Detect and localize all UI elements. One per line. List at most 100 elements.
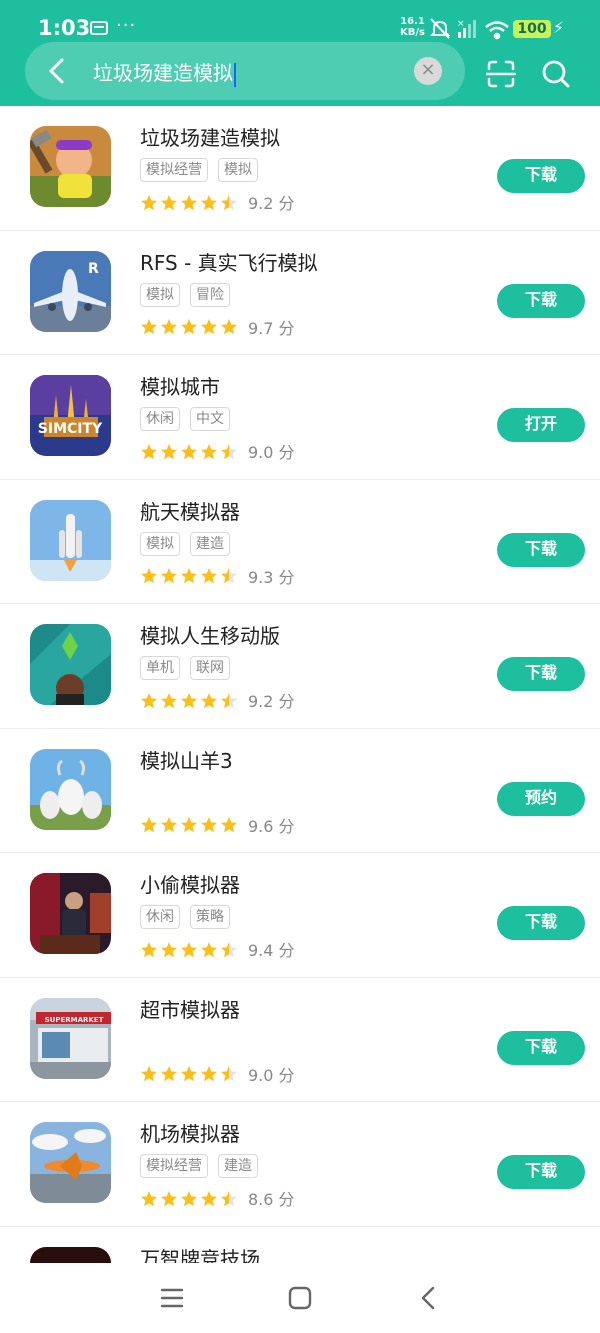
search-box[interactable] [25, 42, 465, 100]
home-icon[interactable] [288, 1286, 312, 1310]
star-icon [141, 941, 157, 958]
svg-text:R: R [88, 261, 99, 277]
rating-score: 8.6 分 [248, 1190, 295, 1209]
battery-indicator: 100 [513, 20, 551, 38]
app-list-item[interactable]: R RFS - 真实飞行模拟 模拟 冒险 9.7 分 下载 [0, 231, 600, 355]
app-name[interactable]: 超市模拟器 [140, 994, 240, 1023]
junkyard-icon[interactable] [30, 126, 111, 207]
star-icon [161, 319, 177, 335]
star-icon [161, 941, 177, 958]
app-rating: 9.7 分 [140, 315, 295, 339]
rating-score: 9.0 分 [248, 443, 295, 462]
app-tag: 冒险 [190, 282, 230, 307]
app-tag: 策略 [190, 905, 230, 929]
star-icon [201, 443, 217, 460]
star-icon [201, 194, 217, 211]
star-icon [161, 194, 177, 211]
star-icon [161, 692, 177, 709]
network-speed: 16.1 KB/s [400, 16, 425, 38]
star-icon [201, 1190, 217, 1207]
app-list-item[interactable]: SIMCITY 模拟城市 休闲 中文 9.0 分 打开 [0, 355, 600, 480]
app-name[interactable]: 机场模拟器 [140, 1118, 240, 1147]
app-list-item[interactable]: 垃圾场建造模拟 模拟经营 模拟 9.2 分 下载 [0, 106, 600, 231]
svg-text:SIMCITY: SIMCITY [38, 421, 103, 437]
app-tag: 联网 [190, 656, 230, 680]
star-icon [161, 568, 177, 584]
search-input[interactable]: 垃圾场建造模拟 [93, 57, 236, 87]
app-list-item[interactable]: 模拟山羊3 9.6 分 预约 [0, 729, 600, 853]
app-action-button[interactable]: 下载 [497, 283, 585, 318]
app-tag: 模拟经营 [140, 1154, 208, 1178]
app-action-button[interactable]: 下载 [497, 906, 585, 940]
rating-score: 9.7 分 [248, 318, 295, 338]
star-icon [201, 568, 217, 584]
app-action-button[interactable]: 下载 [497, 657, 585, 691]
charging-icon: ⚡ [553, 18, 565, 37]
star-icon [161, 1066, 177, 1082]
rating-score: 9.3 分 [248, 567, 295, 587]
message-icon [90, 21, 108, 35]
clear-search-icon[interactable]: × [414, 57, 442, 85]
app-tags: 模拟经营 建造 [140, 1154, 268, 1180]
star-icon [201, 319, 217, 335]
star-icon [161, 817, 177, 833]
mute-icon [430, 18, 451, 39]
app-name[interactable]: 模拟城市 [140, 371, 220, 400]
app-list-item[interactable]: 小偷模拟器 休闲 策略 9.4 分 下载 [0, 853, 600, 978]
app-rating: 9.0 分 [140, 1062, 295, 1086]
app-name[interactable]: 垃圾场建造模拟 [140, 122, 280, 151]
app-tags: 模拟 冒险 [140, 282, 240, 309]
star-icon [221, 692, 237, 709]
nav-back-icon[interactable] [418, 1285, 438, 1311]
app-rating: 9.2 分 [140, 688, 295, 712]
search-query-text: 垃圾场建造模拟 [93, 61, 233, 85]
star-icon [221, 1190, 237, 1207]
star-icon [201, 1066, 217, 1082]
rocket-icon[interactable] [30, 499, 111, 581]
top-header: 1:03 ··· 16.1 KB/s × 100 ⚡ 垃圾场建造模拟 × [0, 0, 600, 106]
app-list-item[interactable]: 模拟人生移动版 单机 联网 9.2 分 下载 [0, 604, 600, 729]
app-list-item[interactable]: SUPERMARKET 超市模拟器 9.0 分 下载 [0, 978, 600, 1102]
airplane-icon[interactable]: R [30, 250, 111, 332]
app-action-button[interactable]: 打开 [497, 408, 585, 442]
app-action-button[interactable]: 下载 [497, 532, 585, 567]
system-nav-bar [0, 1263, 600, 1333]
app-action-button[interactable]: 下载 [497, 1155, 585, 1189]
more-notifications-icon: ··· [116, 15, 137, 36]
network-speed-value: 16.1 [400, 16, 425, 27]
star-icon [201, 692, 217, 709]
menu-icon[interactable] [160, 1287, 184, 1309]
rating-stars [140, 815, 240, 835]
app-name[interactable]: RFS - 真实飞行模拟 [140, 247, 318, 276]
search-icon[interactable] [541, 59, 571, 89]
star-icon [221, 319, 237, 335]
app-tag: 模拟 [218, 158, 258, 182]
app-name[interactable]: 模拟山羊3 [140, 745, 233, 774]
app-list-item[interactable]: 航天模拟器 模拟 建造 9.3 分 下载 [0, 480, 600, 604]
app-tags: 休闲 策略 [140, 905, 240, 931]
scan-icon[interactable] [486, 59, 516, 89]
app-name[interactable]: 航天模拟器 [140, 496, 240, 525]
app-action-button[interactable]: 预约 [497, 781, 585, 816]
app-name[interactable]: 小偷模拟器 [140, 869, 240, 898]
airport-icon[interactable] [30, 1122, 111, 1203]
app-name[interactable]: 模拟人生移动版 [140, 620, 280, 649]
sims-icon[interactable] [30, 624, 111, 705]
star-icon [161, 443, 177, 460]
network-speed-unit: KB/s [400, 27, 425, 38]
status-time: 1:03 [38, 16, 91, 40]
app-action-button[interactable]: 下载 [497, 1030, 585, 1065]
thief-icon[interactable] [30, 873, 111, 954]
goat-icon[interactable] [30, 748, 111, 830]
star-icon [181, 941, 197, 958]
supermarket-icon[interactable]: SUPERMARKET [30, 997, 111, 1079]
simcity-icon[interactable]: SIMCITY [30, 375, 111, 456]
app-action-button[interactable]: 下载 [497, 159, 585, 193]
rating-score: 9.6 分 [248, 816, 295, 836]
app-list-item[interactable]: 机场模拟器模拟经营 建造 8.6 分 下载 [0, 1102, 600, 1227]
back-arrow-icon[interactable] [44, 56, 70, 86]
app-tag: 休闲 [140, 905, 180, 929]
app-rating: 9.0 分 [140, 439, 295, 463]
star-icon [181, 817, 197, 833]
rating-stars [140, 441, 240, 461]
